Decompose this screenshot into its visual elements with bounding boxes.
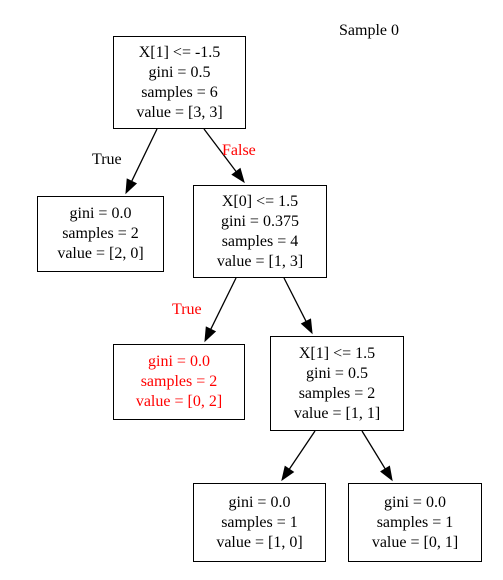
node-line: gini = 0.5 [148,63,211,81]
node-line: samples = 4 [221,232,299,250]
node-line: value = [0, 2] [135,393,223,410]
node-line: X[1] <= -1.5 [138,43,221,61]
node-line: samples = 2 [140,373,218,390]
arrowhead-icon [204,326,217,343]
tree-node-bottom-left-leaf: gini = 0.0 samples = 1 value = [1, 0] [193,483,326,562]
node-line: X[0] <= 1.5 [221,192,299,210]
node-line: gini = 0.0 [384,493,446,511]
edge-split-to-lower-split [283,277,307,322]
node-line: value = [3, 3] [136,103,223,121]
node-line: value = [0, 1] [371,533,459,551]
node-line: value = [1, 0] [216,533,303,551]
node-line: gini = 0.375 [221,212,299,230]
node-line: samples = 2 [62,225,139,242]
tree-node-highlighted-leaf: gini = 0.0 samples = 2 value = [0, 2] [113,344,245,420]
node-line: value = [2, 0] [57,245,144,262]
arrowhead-icon [380,465,393,482]
node-line: gini = 0.5 [306,364,368,382]
arrowhead-icon [231,167,245,184]
edge-split-to-red-leaf [210,277,237,330]
arrowhead-icon [125,178,138,195]
arrowhead-icon [300,318,313,335]
decision-tree-diagram: Sample 0 X[1] <= -1.5 gini = 0.5 samples… [0,0,503,580]
node-line: gini = 0.0 [228,493,291,511]
tree-node-bottom-right-leaf: gini = 0.0 samples = 1 value = [0, 1] [348,483,482,562]
edge-label-false: False [222,142,256,159]
node-line: value = [1, 1] [293,404,381,422]
node-line: samples = 2 [298,384,376,402]
edge-root-to-left-leaf [131,128,158,182]
diagram-title: Sample 0 [339,22,399,39]
node-line: samples = 1 [221,513,298,531]
node-line: gini = 0.0 [69,205,132,222]
node-line: gini = 0.0 [148,353,210,370]
node-line: X[1] <= 1.5 [298,344,376,362]
edge-lower-to-bottom-left [288,430,316,470]
edge-lower-to-bottom-right [361,430,386,470]
node-line: value = [1, 3] [216,252,304,270]
edge-label-true: True [92,151,122,168]
arrowhead-icon [281,465,295,482]
tree-node-right-split: X[0] <= 1.5 gini = 0.375 samples = 4 val… [193,185,327,278]
tree-node-left-leaf: gini = 0.0 samples = 2 value = [2, 0] [37,196,164,272]
tree-node-lower-split: X[1] <= 1.5 gini = 0.5 samples = 2 value… [270,336,404,431]
edge-label-true-highlighted: True [172,301,202,318]
tree-node-root: X[1] <= -1.5 gini = 0.5 samples = 6 valu… [113,36,246,129]
node-line: samples = 1 [376,513,454,531]
node-line: samples = 6 [141,83,218,101]
